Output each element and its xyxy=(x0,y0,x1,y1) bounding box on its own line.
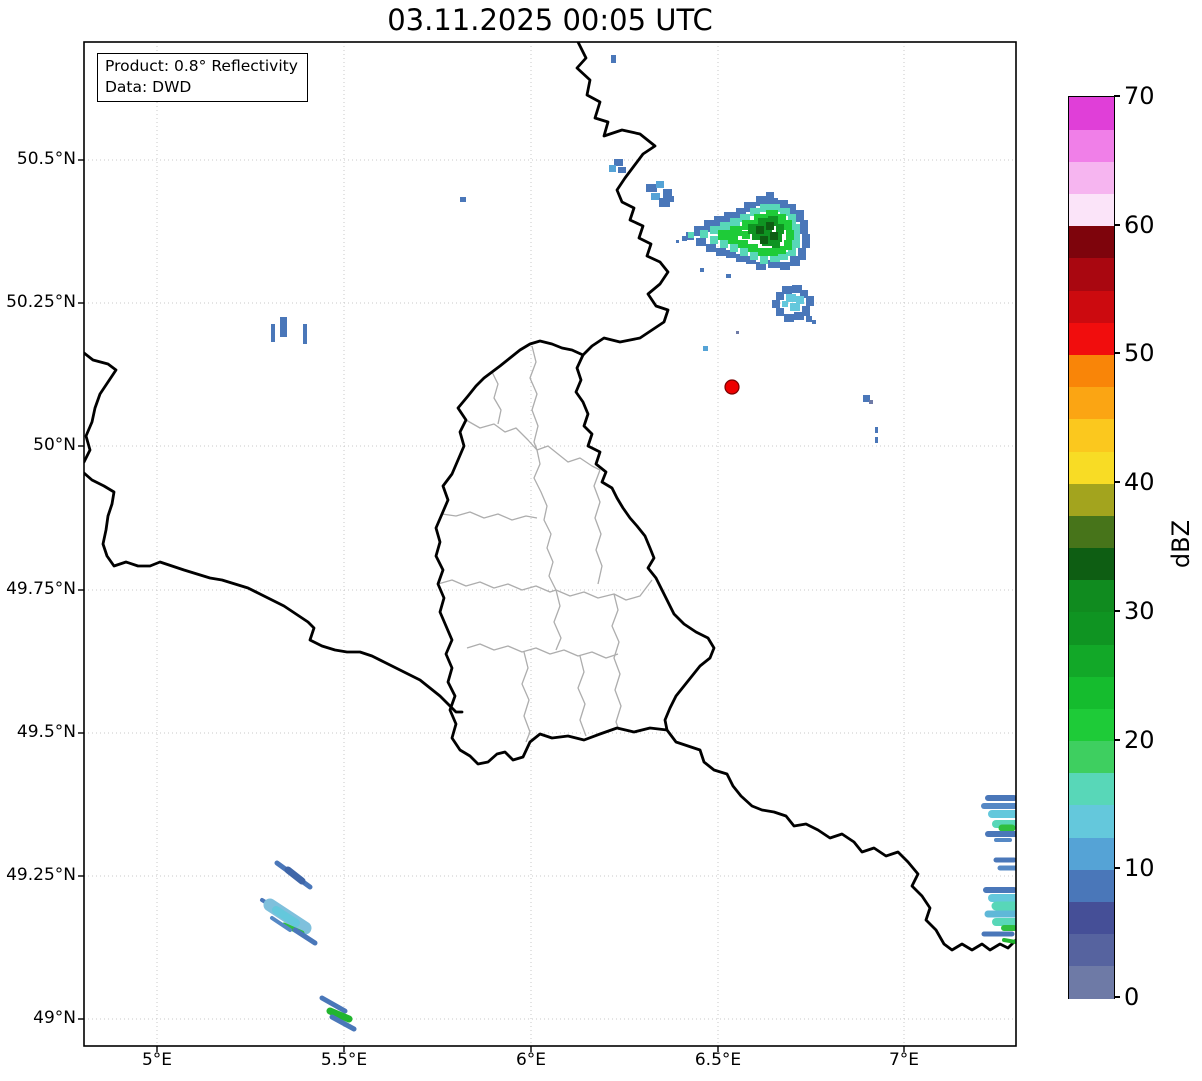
colorbar-tick-label: 70 xyxy=(1124,82,1155,110)
colorbar-segment xyxy=(1069,644,1114,677)
colorbar-segment xyxy=(1069,933,1114,967)
colorbar-tick-mark xyxy=(1114,352,1120,355)
colorbar-segment xyxy=(1069,515,1114,549)
colorbar-segment xyxy=(1069,708,1114,742)
plot-frame xyxy=(83,41,1017,1047)
colorbar-segment xyxy=(1069,129,1114,162)
colorbar-segment xyxy=(1069,386,1114,420)
lat-tick-label: 50.5°N xyxy=(16,149,76,169)
colorbar-tick-label: 30 xyxy=(1124,596,1155,625)
product-label: Product: 0.8° Reflectivity xyxy=(105,57,298,75)
colorbar-tick-label: 10 xyxy=(1124,854,1155,883)
lon-tick-label: 6.5°E xyxy=(694,1050,742,1070)
colorbar-segment xyxy=(1069,965,1114,999)
product-info-box: Product: 0.8° Reflectivity Data: DWD xyxy=(97,53,308,102)
lat-tick-label: 49.25°N xyxy=(6,865,76,885)
colorbar-tick-label: 50 xyxy=(1124,339,1155,368)
radar-site-marker xyxy=(724,379,740,395)
colorbar-segment xyxy=(1069,97,1114,130)
lon-tick-label: 5°E xyxy=(141,1050,173,1070)
colorbar-segment xyxy=(1069,772,1114,806)
lat-tick-label: 50.25°N xyxy=(6,292,76,312)
colorbar-segment xyxy=(1069,579,1114,613)
colorbar-segment xyxy=(1069,290,1114,323)
country-borders xyxy=(84,42,1016,952)
colorbar-segment xyxy=(1069,257,1114,291)
radar-echo-streaks xyxy=(260,795,1016,1032)
radar-echoes xyxy=(271,55,878,443)
colorbar-tick-mark xyxy=(1114,738,1120,741)
colorbar-segment xyxy=(1069,901,1114,935)
colorbar-segment xyxy=(1069,483,1114,516)
colorbar-tick-label: 0 xyxy=(1124,983,1140,1011)
colorbar-tick-label: 20 xyxy=(1124,725,1155,754)
colorbar-segment xyxy=(1069,450,1114,484)
lon-tick-label: 5.5°E xyxy=(320,1050,368,1070)
lon-tick-label: 7°E xyxy=(888,1050,920,1070)
lat-tick-label: 50°N xyxy=(33,435,76,455)
colorbar-tick-mark xyxy=(1114,95,1120,97)
colorbar-segment xyxy=(1069,161,1114,195)
colorbar-segment xyxy=(1069,193,1114,227)
border-luxembourg xyxy=(434,339,716,766)
lat-tick-label: 49°N xyxy=(33,1008,76,1028)
colorbar-segment xyxy=(1069,547,1114,581)
border-france-belgium xyxy=(84,351,464,714)
radar-map-canvas xyxy=(78,41,1017,1052)
colorbar-unit-label: dBZ xyxy=(1167,519,1195,569)
district-borders xyxy=(437,345,653,743)
colorbar-tick-mark xyxy=(1114,609,1120,612)
colorbar-tick-label: 40 xyxy=(1124,468,1155,497)
colorbar-segment xyxy=(1069,837,1114,870)
colorbar-segment xyxy=(1069,225,1114,259)
colorbar-segment xyxy=(1069,354,1114,388)
colorbar-tick-label: 60 xyxy=(1124,210,1155,239)
colorbar-tick-mark xyxy=(1114,996,1120,998)
lat-tick-label: 49.5°N xyxy=(16,722,76,742)
dbz-colorbar xyxy=(1068,96,1115,999)
colorbar-segment xyxy=(1069,418,1114,452)
colorbar-tick-mark xyxy=(1114,481,1120,484)
radar-map-page: 03.11.2025 00:05 UTC Product: 0.8° Refle… xyxy=(0,0,1202,1081)
colorbar-tick-mark xyxy=(1114,867,1120,870)
lon-tick-label: 6°E xyxy=(515,1050,547,1070)
lat-tick-label: 49.75°N xyxy=(6,579,76,599)
colorbar-segment xyxy=(1069,322,1114,355)
colorbar-tick-mark xyxy=(1114,223,1120,226)
colorbar-segment xyxy=(1069,676,1114,709)
colorbar-segment xyxy=(1069,611,1114,645)
border-france-germany xyxy=(665,728,1016,952)
colorbar-segment xyxy=(1069,804,1114,838)
colorbar-segment xyxy=(1069,869,1114,902)
data-source-label: Data: DWD xyxy=(105,78,192,96)
colorbar-segment xyxy=(1069,740,1114,774)
grid-lines xyxy=(84,42,1016,1046)
